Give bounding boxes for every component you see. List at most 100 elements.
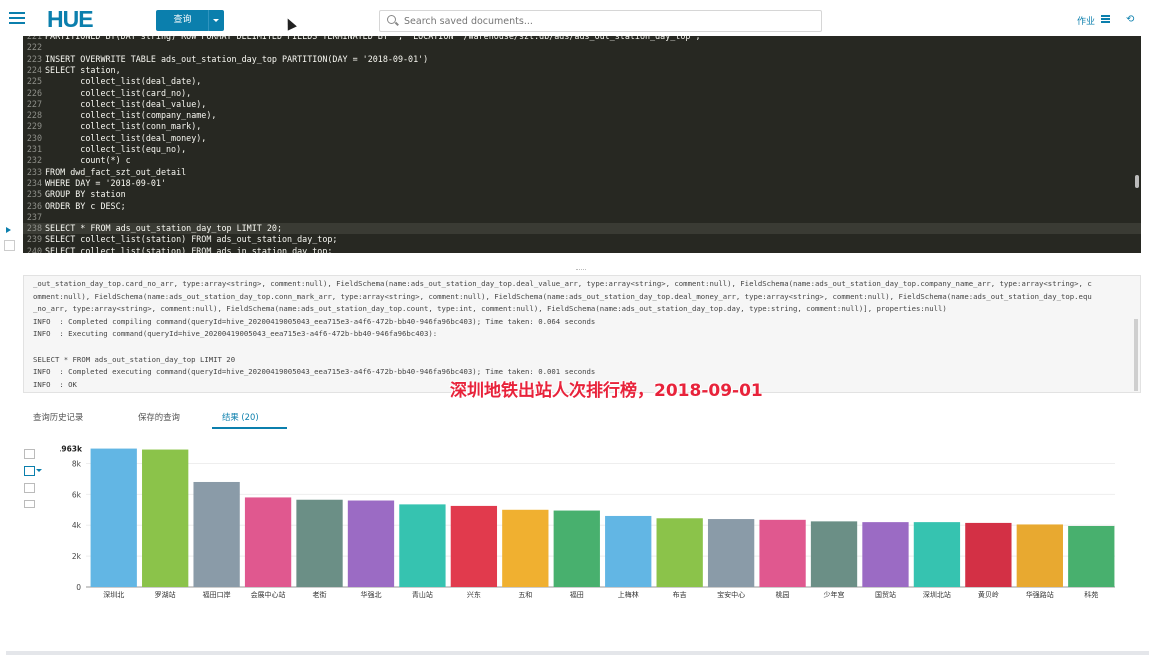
bar[interactable]: [1068, 525, 1115, 587]
code-line[interactable]: 237: [23, 212, 1141, 223]
bar[interactable]: [244, 497, 292, 587]
y-tick-label: 6k: [72, 490, 82, 499]
snippet-options-icon[interactable]: [4, 240, 15, 251]
line-number: 234: [26, 177, 42, 188]
code-text[interactable]: INSERT OVERWRITE TABLE ads_out_station_d…: [42, 54, 428, 64]
x-tick-label: 华强北: [360, 590, 381, 599]
bar[interactable]: [656, 518, 703, 587]
code-text[interactable]: collect_list(company_name),: [42, 110, 216, 120]
bar[interactable]: [399, 504, 446, 587]
bar[interactable]: [347, 500, 395, 587]
bar[interactable]: [759, 519, 806, 587]
code-text[interactable]: collect_list(deal_value),: [42, 99, 206, 109]
grid-view-icon[interactable]: [24, 449, 35, 459]
x-tick-label: 福田: [570, 590, 584, 599]
code-text[interactable]: collect_list(deal_money),: [42, 133, 206, 143]
code-line[interactable]: 239 SELECT collect_list(station) FROM ads…: [23, 234, 1141, 245]
bar[interactable]: [1016, 524, 1063, 587]
chart-type-caret-icon[interactable]: [36, 469, 42, 472]
x-tick-label: 少年宫: [824, 590, 845, 599]
history-icon[interactable]: ⟲: [1126, 14, 1134, 25]
bar-chart-svg: 0 2k 4k 6k 8k 8.963k 深圳北 罗湖站 福田口岸 会展中心站 老街 华强北 青山站 兴东…: [53, 445, 1115, 599]
columns-icon[interactable]: [24, 483, 35, 493]
code-line[interactable]: 222: [23, 42, 1141, 53]
line-number: 227: [26, 98, 42, 109]
search-input[interactable]: [402, 12, 816, 30]
code-text[interactable]: collect_list(conn_mark),: [42, 121, 201, 131]
code-line[interactable]: 225 collect_list(deal_date),: [23, 76, 1141, 87]
code-text[interactable]: SELECT collect_list(station) FROM ads_ou…: [42, 234, 337, 244]
log-line: INFO : Completed compiling command(query…: [33, 316, 596, 326]
run-line-icon[interactable]: [6, 227, 11, 233]
search-box[interactable]: [379, 10, 822, 32]
code-text[interactable]: WHERE DAY = '2018-09-01': [42, 178, 166, 188]
bar[interactable]: [707, 519, 755, 587]
code-line[interactable]: 230 collect_list(deal_money),: [23, 133, 1141, 144]
tab-results[interactable]: 结果 (20): [222, 411, 259, 423]
download-icon[interactable]: [24, 500, 35, 508]
bar[interactable]: [862, 522, 909, 587]
bar[interactable]: [553, 510, 600, 587]
code-line[interactable]: 236 ORDER BY c DESC;: [23, 201, 1141, 212]
tab-query-history[interactable]: 查询历史记录: [33, 411, 83, 423]
code-text[interactable]: PARTITIONED BY(DAY string) ROW FORMAT DE…: [42, 36, 700, 41]
query-dropdown-caret-icon[interactable]: [208, 10, 224, 31]
code-line[interactable]: 240 SELECT collect_list(station) FROM ads…: [23, 246, 1141, 253]
sql-editor[interactable]: 221 PARTITIONED BY(DAY string) ROW FORMAT…: [23, 36, 1141, 253]
code-line[interactable]: 235 GROUP BY station: [23, 189, 1141, 200]
bar[interactable]: [450, 505, 498, 587]
x-tick-label: 上梅林: [618, 590, 639, 599]
bar[interactable]: [502, 509, 549, 587]
code-text[interactable]: collect_list(equ_no),: [42, 144, 186, 154]
bar[interactable]: [142, 449, 189, 587]
code-line[interactable]: 229 collect_list(conn_mark),: [23, 121, 1141, 132]
x-tick-label: 深圳北: [103, 590, 124, 599]
code-line[interactable]: 228 collect_list(company_name),: [23, 110, 1141, 121]
code-line[interactable]: 238 SELECT * FROM ads_out_station_day_top…: [23, 223, 1141, 235]
code-line[interactable]: 234 WHERE DAY = '2018-09-01': [23, 178, 1141, 189]
code-line[interactable]: 233 FROM dwd_fact_szt_out_detail: [23, 167, 1141, 178]
bar[interactable]: [90, 448, 137, 587]
code-line[interactable]: 231 collect_list(equ_no),: [23, 144, 1141, 155]
line-number: 232: [26, 155, 42, 166]
resize-handle[interactable]: [576, 269, 586, 272]
code-text[interactable]: GROUP BY station: [42, 189, 126, 199]
code-text[interactable]: count(*) c: [42, 155, 130, 165]
code-text[interactable]: SELECT * FROM ads_out_station_day_top LI…: [42, 223, 282, 233]
query-button[interactable]: 查询: [156, 10, 224, 31]
x-tick-label: 罗湖站: [155, 590, 176, 599]
code-text[interactable]: collect_list(card_no),: [42, 88, 191, 98]
bar[interactable]: [605, 515, 652, 587]
bar[interactable]: [810, 521, 858, 587]
hue-logo[interactable]: HUE: [47, 6, 94, 33]
bottom-scrollbar[interactable]: [6, 651, 1149, 655]
code-text[interactable]: ORDER BY c DESC;: [42, 201, 126, 211]
y-max-label: 8.963k: [60, 445, 83, 454]
log-scrollbar[interactable]: [1134, 319, 1138, 391]
bar[interactable]: [913, 522, 961, 587]
code-line[interactable]: 226 collect_list(card_no),: [23, 88, 1141, 99]
top-navigation-bar: HUE 查询 作业 ⟲: [0, 0, 1159, 36]
code-text[interactable]: SELECT station,: [42, 65, 121, 75]
code-line[interactable]: 232 count(*) c: [23, 155, 1141, 166]
bar[interactable]: [193, 481, 240, 587]
code-text[interactable]: SELECT collect_list(station) FROM ads_in…: [42, 246, 332, 253]
query-button-label[interactable]: 查询: [156, 10, 209, 31]
code-text[interactable]: FROM dwd_fact_szt_out_detail: [42, 167, 186, 177]
tab-saved-queries[interactable]: 保存的查询: [138, 411, 180, 423]
bottom-panel: [0, 651, 1159, 672]
code-text[interactable]: [42, 212, 45, 222]
code-line[interactable]: 223 INSERT OVERWRITE TABLE ads_out_statio…: [23, 54, 1141, 65]
code-text[interactable]: collect_list(deal_date),: [42, 76, 201, 86]
chart-view-icon[interactable]: [24, 466, 35, 476]
bar[interactable]: [965, 522, 1012, 587]
code-text[interactable]: [42, 42, 45, 52]
bar[interactable]: [296, 499, 343, 587]
code-line[interactable]: 224 SELECT station,: [23, 65, 1141, 76]
jobs-link[interactable]: 作业: [1077, 14, 1095, 27]
jobs-list-icon[interactable]: [1101, 15, 1110, 23]
line-number: 225: [26, 76, 42, 87]
editor-scrollbar[interactable]: [1135, 175, 1139, 188]
code-line[interactable]: 227 collect_list(deal_value),: [23, 99, 1141, 110]
hamburger-menu-icon[interactable]: [9, 12, 25, 24]
